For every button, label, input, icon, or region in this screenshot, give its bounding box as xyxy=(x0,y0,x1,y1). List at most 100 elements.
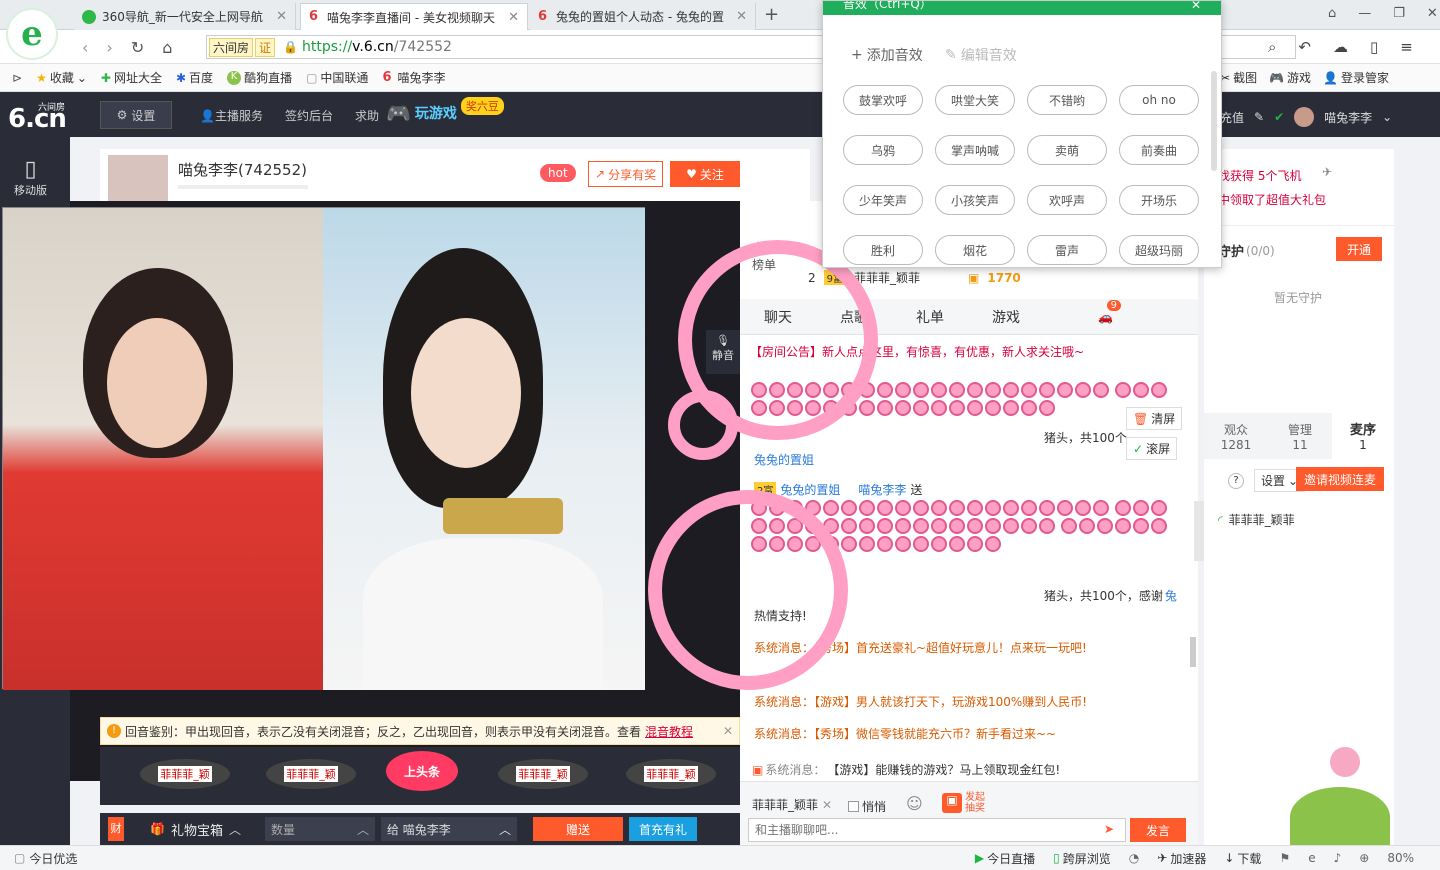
bookmark-sites[interactable]: ✚ 网址大全 xyxy=(101,69,162,86)
sound-item[interactable]: 少年笑声 xyxy=(843,185,923,215)
open-guard-button[interactable]: 开通 xyxy=(1336,237,1382,261)
cloud-icon[interactable]: ☁ xyxy=(1333,38,1348,56)
new-tab-button[interactable]: + xyxy=(764,4,779,25)
accelerator-link[interactable]: ✈ 加速器 xyxy=(1157,850,1206,867)
close-tab-icon[interactable]: ✕ xyxy=(736,9,747,24)
avatar[interactable] xyxy=(1294,107,1315,127)
whisper-checkbox[interactable]: 悄悄 xyxy=(848,798,886,815)
nav-help[interactable]: 求助 xyxy=(355,107,379,124)
seat-item[interactable]: 菲菲菲_颖 xyxy=(626,759,716,789)
wealth-tab[interactable]: 财 xyxy=(108,817,124,841)
cert-badge[interactable]: 证 xyxy=(255,37,276,57)
sound-item[interactable]: oh no xyxy=(1119,85,1199,115)
sound-item[interactable]: 雷声 xyxy=(1027,235,1107,265)
chat-scrollbar[interactable] xyxy=(1190,637,1196,667)
emoji-icon[interactable]: ☺ xyxy=(906,794,923,813)
chat-input[interactable] xyxy=(748,818,1126,842)
zoom-level[interactable]: 80% xyxy=(1387,851,1414,865)
share-button[interactable]: ↗ 分享有奖 xyxy=(588,161,664,187)
sound-item[interactable]: 欢呼声 xyxy=(1027,185,1107,215)
bookmark-room[interactable]: 6 喵兔李李 xyxy=(382,69,445,86)
close-tab-icon[interactable]: ✕ xyxy=(508,10,519,25)
quantity-field[interactable]: 数量 ︿ xyxy=(264,817,375,841)
bookmark-favorites[interactable]: ★ 收藏 ⌄ xyxy=(36,69,87,86)
play-game-link[interactable]: 🎮 玩游戏 奖六豆 xyxy=(386,97,504,125)
ie-icon[interactable]: e xyxy=(1308,851,1315,865)
seat-item[interactable]: 菲菲菲_颖 xyxy=(266,759,356,789)
close-window-icon[interactable]: ✕ xyxy=(1427,6,1438,21)
refresh-icon[interactable]: ↻ xyxy=(131,38,144,57)
close-icon[interactable]: ✕ xyxy=(1191,1,1201,12)
sound-item[interactable]: 胜利 xyxy=(843,235,923,265)
sound-panel-scrollbar[interactable] xyxy=(1211,71,1217,171)
download-link[interactable]: ↓ 下载 xyxy=(1224,850,1261,867)
panel-collapse-handle[interactable] xyxy=(1194,501,1204,561)
help-icon[interactable]: ? xyxy=(1228,473,1244,489)
close-tab-icon[interactable]: ✕ xyxy=(276,9,287,24)
home-icon[interactable]: ⌂ xyxy=(162,38,172,57)
video-player[interactable] xyxy=(2,207,645,690)
tab-360nav[interactable]: 360导航_新一代安全上网导航 ✕ xyxy=(74,3,296,30)
browser-logo-icon[interactable]: e xyxy=(6,8,58,60)
sound-item[interactable]: 小孩笑声 xyxy=(935,185,1015,215)
mic-queue-item[interactable]: ◜ 菲菲菲_颖菲 xyxy=(1218,511,1295,528)
chat-target[interactable]: 菲菲菲_颖菲 ✕ xyxy=(752,796,832,813)
back-icon[interactable]: ‹ xyxy=(82,38,88,57)
sidebar-toggle-icon[interactable]: ⊳ xyxy=(12,71,22,85)
sound-item[interactable]: 超级玛丽 xyxy=(1119,235,1199,265)
speed-icon[interactable]: ◔ xyxy=(1129,851,1139,865)
echo-tutorial-link[interactable]: 混音教程 xyxy=(645,723,693,740)
phone-icon[interactable]: ▯ xyxy=(1370,38,1378,56)
settings-button[interactable]: ⚙ 设置 xyxy=(100,101,172,129)
invite-mic-button[interactable]: 邀请视频连麦 xyxy=(1296,467,1384,491)
checkbox-box[interactable] xyxy=(848,801,859,812)
nav-sign-backend[interactable]: 签约后台 xyxy=(285,107,333,124)
flag-icon[interactable]: ⚑ xyxy=(1279,851,1290,865)
sound-item[interactable]: 卖萌 xyxy=(1027,135,1107,165)
nav-anchor-service[interactable]: 👤主播服务 xyxy=(200,107,263,124)
lottery-button[interactable]: ▣ 发起抽奖 xyxy=(942,792,989,814)
site-logo[interactable]: 六间房 6.cn xyxy=(8,98,67,134)
headline-button[interactable]: 上头条 xyxy=(386,751,458,791)
mobile-version-link[interactable]: ▯ 移动版 xyxy=(14,157,47,198)
car-icon[interactable]: 🚗 9 xyxy=(1098,299,1121,324)
minimize-icon[interactable]: — xyxy=(1358,6,1371,21)
tab-games[interactable]: 游戏 xyxy=(968,307,1044,327)
system-message-game[interactable]: ▣ 系统消息： 【游戏】能赚钱的游戏？马上领取现金红包! xyxy=(752,761,1060,778)
game-tool[interactable]: 🎮 游戏 xyxy=(1269,69,1311,86)
clear-screen-button[interactable]: 🗑 清屏 xyxy=(1126,407,1183,430)
today-picks-link[interactable]: 今日优选 xyxy=(29,850,77,867)
stat-admin[interactable]: 管理 11 xyxy=(1268,421,1332,452)
sound-item[interactable]: 不错哟 xyxy=(1027,85,1107,115)
zoom-icon[interactable]: ⊕ xyxy=(1359,851,1369,865)
bookmark-unicom[interactable]: ▢ 中国联通 xyxy=(306,69,368,86)
edit-icon[interactable]: ✎ xyxy=(1254,110,1264,124)
search-icon[interactable]: ⌕ xyxy=(1268,38,1276,56)
seat-item[interactable]: 菲菲菲_颖 xyxy=(140,759,230,789)
tab-gift-list[interactable]: 礼单 xyxy=(892,307,968,327)
sound-item[interactable]: 哄堂大笑 xyxy=(935,85,1015,115)
forward-icon[interactable]: › xyxy=(106,38,112,57)
add-sound-button[interactable]: + 添加音效 xyxy=(851,45,923,65)
recharge-link[interactable]: 充值 xyxy=(1220,109,1244,126)
close-icon[interactable]: ✕ xyxy=(822,798,832,812)
tab-live-room[interactable]: 6 喵兔李李直播间 - 美女视频聊天 ✕ xyxy=(300,3,528,30)
maximize-icon[interactable]: ❐ xyxy=(1393,6,1405,21)
recipient-field[interactable]: 给 喵兔李李 ︿ xyxy=(380,817,517,841)
stat-audience[interactable]: 观众 1281 xyxy=(1204,421,1268,452)
scroll-screen-button[interactable]: ✓ 滚屏 xyxy=(1126,437,1178,460)
sound-item[interactable]: 前奏曲 xyxy=(1119,135,1199,165)
screenshot-tool[interactable]: ✂ 截图 xyxy=(1220,69,1257,86)
follow-button[interactable]: ♥ 关注 xyxy=(670,161,740,187)
tab-profile[interactable]: 6 兔兔的置姐个人动态 - 兔兔的置 ✕ xyxy=(530,3,756,30)
sound-icon[interactable]: ♪ xyxy=(1334,851,1342,865)
mute-button[interactable]: 🎙 静音 xyxy=(706,330,740,374)
system-message[interactable]: 系统消息：【秀场】微信零钱就能充六币？新手看过来~~ xyxy=(754,725,1056,742)
login-manager-tool[interactable]: 👤 登录管家 xyxy=(1323,69,1389,86)
menu-icon[interactable]: ≡ xyxy=(1400,38,1413,56)
cross-screen-link[interactable]: ▯ 跨屏浏览 xyxy=(1053,850,1111,867)
undo-icon[interactable]: ↶ xyxy=(1298,38,1311,56)
system-message[interactable]: 系统消息：【游戏】男人就该打天下，玩游戏100%赚到人民币! xyxy=(754,693,1087,710)
sound-item[interactable]: 掌声呐喊 xyxy=(935,135,1015,165)
seat-item[interactable]: 菲菲菲_颖 xyxy=(498,759,588,789)
